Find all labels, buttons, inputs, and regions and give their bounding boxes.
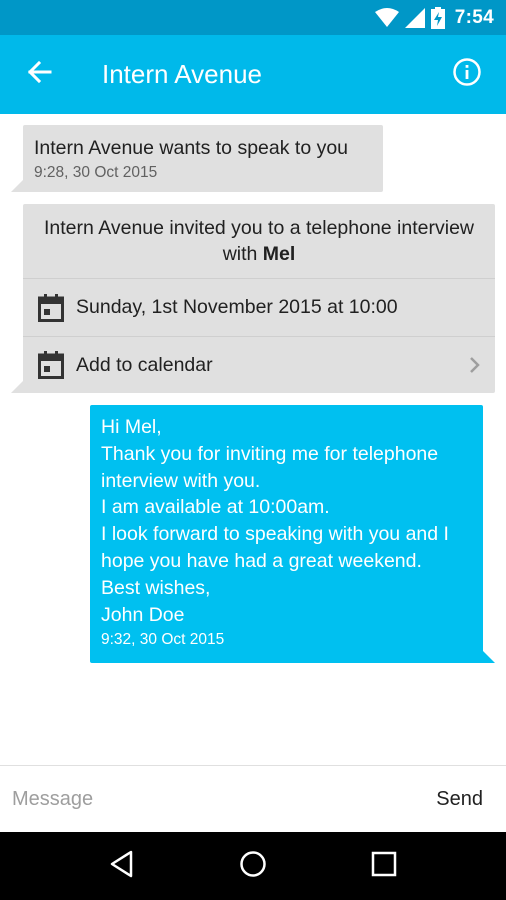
send-button[interactable]: Send (436, 788, 483, 811)
calendar-icon (37, 351, 65, 379)
nav-home-button[interactable] (223, 836, 283, 896)
invite-text: Intern Avenue invited you to a telephone… (23, 204, 495, 279)
calendar-icon (37, 293, 65, 322)
home-circle-icon (239, 850, 267, 883)
outgoing-message: Hi Mel, Thank you for inviting me for te… (90, 405, 495, 663)
status-time: 7:54 (454, 6, 494, 28)
app-bar: Intern Avenue (0, 35, 506, 114)
nav-recents-button[interactable] (354, 836, 414, 896)
cellular-signal-icon (404, 7, 425, 28)
arrow-back-icon (26, 59, 52, 90)
message-timestamp: 9:28, 30 Oct 2015 (34, 164, 158, 181)
system-nav-bar (0, 832, 506, 900)
chevron-right-icon (455, 356, 495, 374)
message-input[interactable] (0, 766, 437, 832)
message-line: I am available at 10:00am. (101, 496, 330, 519)
message-timestamp: 9:32, 30 Oct 2015 (101, 631, 225, 649)
interview-invite-card: Intern Avenue invited you to a telephone… (11, 204, 495, 393)
interview-date-row: Sunday, 1st November 2015 at 10:00 (23, 279, 495, 336)
status-bar: 7:54 (0, 0, 506, 35)
back-button[interactable] (0, 35, 78, 114)
nav-back-button[interactable] (92, 836, 152, 896)
recents-square-icon (371, 851, 397, 882)
battery-charging-icon (430, 6, 445, 29)
info-icon (452, 57, 482, 92)
chat-thread[interactable]: Intern Avenue wants to speak to you 9:28… (0, 114, 506, 765)
message-line: I look forward to speaking with you and … (101, 523, 449, 572)
message-line: Best wishes, (101, 576, 211, 599)
add-to-calendar-label: Add to calendar (76, 353, 213, 376)
message-composer: Send (0, 765, 506, 832)
back-triangle-icon (109, 850, 135, 883)
interviewer-name: Mel (262, 243, 296, 265)
interview-date-text: Sunday, 1st November 2015 at 10:00 (76, 296, 398, 318)
message-line: Thank you for inviting me for telephone … (101, 442, 439, 492)
wifi-icon (374, 7, 399, 28)
message-line: John Doe (101, 603, 185, 626)
invite-message: Intern Avenue invited you to a telephone… (43, 217, 475, 265)
page-title: Intern Avenue (102, 59, 262, 89)
info-button[interactable] (428, 35, 506, 114)
incoming-message: Intern Avenue wants to speak to you 9:28… (11, 125, 383, 192)
message-line: Hi Mel, (101, 416, 162, 438)
message-text: Intern Avenue wants to speak to you (34, 137, 349, 159)
add-to-calendar-button[interactable]: Add to calendar (23, 336, 495, 393)
